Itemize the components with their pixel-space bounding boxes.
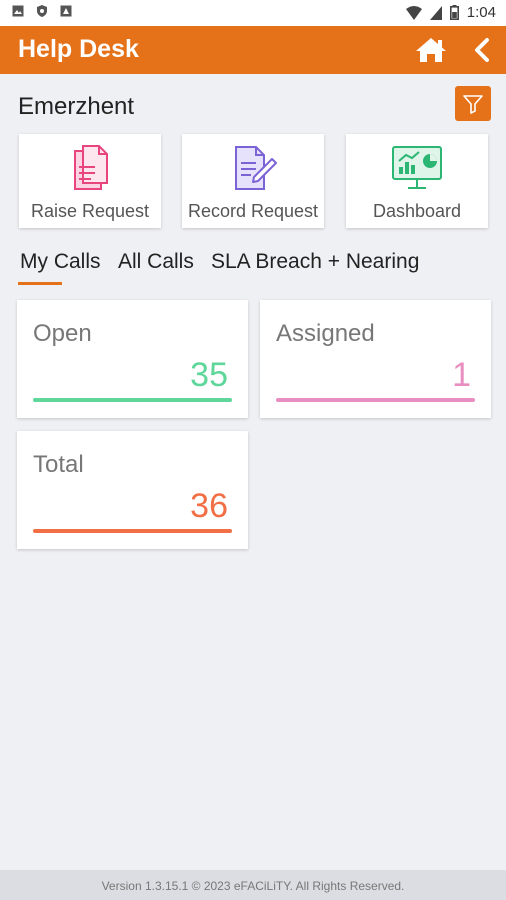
dashboard-label: Dashboard	[372, 201, 462, 221]
dashboard-button[interactable]: Dashboard	[346, 134, 488, 228]
status-bar: 1:04	[0, 0, 506, 26]
filter-icon	[463, 95, 483, 114]
open-calls-card[interactable]: Open 35	[17, 300, 248, 418]
tab-sla-breach-nearing[interactable]: SLA Breach + Nearing	[211, 250, 419, 274]
shield-icon	[37, 5, 47, 17]
stat-bar	[33, 398, 232, 402]
raise-request-label: Raise Request	[30, 201, 150, 221]
dashboard-icon	[392, 146, 442, 189]
app-bar: Help Desk	[0, 26, 506, 74]
app-title: Help Desk	[18, 35, 139, 63]
home-icon[interactable]	[414, 36, 448, 64]
filter-button[interactable]	[455, 86, 491, 121]
signal-icon	[429, 5, 442, 20]
assigned-calls-card[interactable]: Assigned 1	[260, 300, 491, 418]
record-request-icon	[235, 146, 277, 190]
record-request-button[interactable]: Record Request	[182, 134, 324, 228]
call-tabs: My Calls All Calls SLA Breach + Nearing	[18, 250, 498, 286]
stat-value: 35	[190, 356, 228, 394]
stat-bar-fill	[33, 529, 232, 533]
gallery-icon	[12, 5, 24, 17]
battery-icon	[449, 5, 459, 20]
tab-my-calls[interactable]: My Calls	[20, 250, 101, 274]
status-bar-left	[12, 5, 72, 17]
stat-bar-fill	[276, 398, 475, 402]
tab-all-calls[interactable]: All Calls	[118, 250, 194, 274]
active-tab-indicator	[18, 282, 62, 285]
stat-label: Open	[33, 320, 92, 347]
status-bar-right: 1:04	[405, 4, 496, 21]
android-icon	[60, 5, 72, 17]
stat-value: 36	[190, 487, 228, 525]
total-calls-card[interactable]: Total 36	[17, 431, 248, 549]
back-chevron-icon[interactable]	[470, 36, 494, 64]
stat-value: 1	[452, 356, 471, 394]
stat-bar	[33, 529, 232, 533]
stat-label: Total	[33, 451, 84, 478]
status-time: 1:04	[466, 4, 496, 21]
raise-request-button[interactable]: Raise Request	[19, 134, 161, 228]
raise-request-icon	[74, 145, 108, 190]
company-name: Emerzhent	[18, 93, 135, 120]
wifi-icon	[405, 5, 422, 20]
stat-bar	[276, 398, 475, 402]
stat-bar-fill	[33, 398, 232, 402]
record-request-label: Record Request	[187, 201, 319, 221]
stat-label: Assigned	[276, 320, 375, 347]
footer-copyright: Version 1.3.15.1 © 2023 eFACiLiTY. All R…	[0, 870, 506, 900]
